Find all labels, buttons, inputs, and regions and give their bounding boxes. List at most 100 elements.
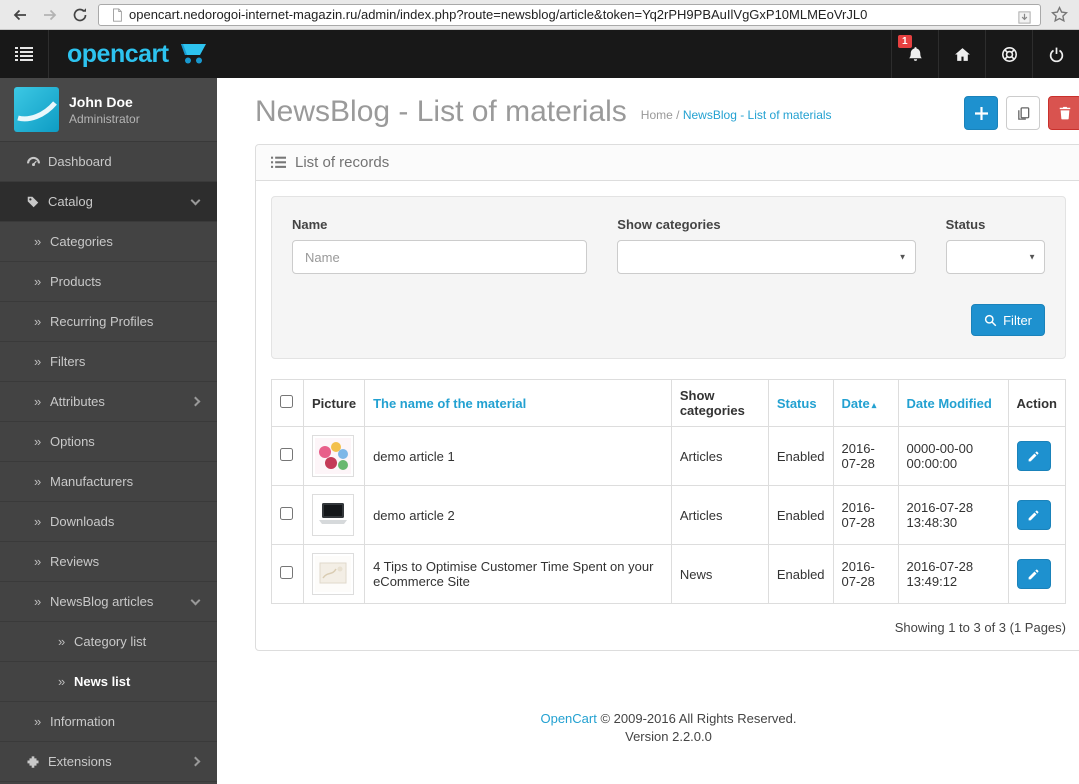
article-modified: 2016-07-28 13:49:12 xyxy=(897,544,1009,604)
chevron-down-icon xyxy=(190,595,201,605)
hamburger-icon xyxy=(15,47,33,61)
sidebar-item-label: Categories xyxy=(50,234,113,249)
article-status: Enabled xyxy=(767,485,834,545)
article-modified: 2016-07-28 13:48:30 xyxy=(897,485,1009,545)
sidebar-item-news-list[interactable]: » News list xyxy=(0,662,217,702)
bookmark-star-icon[interactable] xyxy=(1047,4,1071,26)
chevron-right-icon xyxy=(190,756,201,767)
sidebar-item-label: Attributes xyxy=(50,394,105,409)
filter-categories-select-wrap xyxy=(617,240,916,274)
help-button[interactable] xyxy=(985,30,1032,78)
article-status: Enabled xyxy=(767,544,834,604)
sidebar-item-filters[interactable]: » Filters xyxy=(0,342,217,382)
filter-status-select[interactable] xyxy=(945,240,1045,274)
col-name-sort-link[interactable]: The name of the material xyxy=(373,396,526,411)
alerts-button[interactable]: 1 xyxy=(891,30,938,78)
plus-icon xyxy=(974,106,988,120)
row-checkbox[interactable] xyxy=(280,448,293,461)
sidebar-item-label: Dashboard xyxy=(48,154,112,169)
url-text: opencart.nedorogoi-internet-magazin.ru/a… xyxy=(129,7,868,22)
save-page-icon[interactable] xyxy=(1012,7,1036,25)
sidebar-item-products[interactable]: » Products xyxy=(0,262,217,302)
sidebar-item-label: News list xyxy=(74,674,131,689)
opencart-logo[interactable]: opencart xyxy=(67,30,210,78)
angle-double-right-icon: » xyxy=(34,554,42,569)
sidebar-item-label: Information xyxy=(50,714,116,729)
angle-double-right-icon: » xyxy=(58,634,66,649)
edit-button[interactable] xyxy=(1016,559,1051,589)
filter-name-input[interactable] xyxy=(292,240,588,274)
row-checkbox[interactable] xyxy=(280,507,293,520)
sidebar-item-category-list[interactable]: » Category list xyxy=(0,622,217,662)
sidebar-item-reviews[interactable]: » Reviews xyxy=(0,542,217,582)
add-new-button[interactable] xyxy=(964,96,998,130)
select-all-checkbox[interactable] xyxy=(280,395,293,408)
sidebar-item-newsblog-articles[interactable]: » NewsBlog articles xyxy=(0,582,217,622)
pencil-icon xyxy=(1028,510,1039,520)
sidebar-item-dashboard[interactable]: Dashboard xyxy=(0,142,217,182)
col-status-sort-link[interactable]: Status xyxy=(777,396,817,411)
footer-opencart-link[interactable]: OpenCart xyxy=(540,711,596,726)
user-profile: John Doe Administrator xyxy=(0,78,217,142)
reload-icon[interactable] xyxy=(68,4,92,26)
sidebar-item-options[interactable]: » Options xyxy=(0,422,217,462)
footer-copyright: © 2009-2016 All Rights Reserved. xyxy=(600,711,797,726)
user-role: Administrator xyxy=(69,111,140,126)
filter-name-label: Name xyxy=(292,217,328,232)
sidebar-item-label: Reviews xyxy=(50,554,100,569)
article-thumbnail xyxy=(312,435,354,477)
dashboard-icon xyxy=(26,155,48,168)
user-name: John Doe xyxy=(69,93,133,110)
filter-panel: Name Show categories Status xyxy=(271,196,1066,359)
filter-categories-label: Show categories xyxy=(617,217,721,232)
sidebar-item-label: Downloads xyxy=(50,514,115,529)
breadcrumb-home-link[interactable]: Home xyxy=(641,108,673,122)
page-title: NewsBlog - List of materials xyxy=(255,95,627,128)
article-categories: Articles xyxy=(670,485,769,545)
sidebar-item-label: Manufacturers xyxy=(50,474,134,489)
filter-status-select-wrap xyxy=(945,240,1045,274)
col-date-sort-link[interactable]: Date xyxy=(842,396,870,411)
logout-button[interactable] xyxy=(1032,30,1079,78)
results-summary: Showing 1 to 3 of 3 (1 Pages) xyxy=(894,620,1066,635)
angle-double-right-icon: » xyxy=(34,234,42,249)
sidebar-item-label: Catalog xyxy=(48,194,93,209)
delete-button[interactable] xyxy=(1048,96,1079,130)
col-modified-sort-link[interactable]: Date Modified xyxy=(907,396,992,411)
sidebar: John Doe Administrator Dashboard Catalog… xyxy=(0,78,217,784)
row-checkbox[interactable] xyxy=(280,566,293,579)
edit-button[interactable] xyxy=(1016,500,1051,530)
sidebar-item-manufacturers[interactable]: » Manufacturers xyxy=(0,462,217,502)
sidebar-item-categories[interactable]: » Categories xyxy=(0,222,217,262)
sidebar-item-information[interactable]: » Information xyxy=(0,702,217,742)
edit-button[interactable] xyxy=(1016,441,1051,471)
filter-button[interactable]: Filter xyxy=(971,304,1045,336)
back-icon[interactable] xyxy=(8,4,32,26)
forward-icon[interactable] xyxy=(38,4,62,26)
angle-double-right-icon: » xyxy=(34,394,42,409)
sidebar-item-catalog[interactable]: Catalog xyxy=(0,182,217,222)
bell-icon xyxy=(908,46,922,61)
sidebar-item-attributes[interactable]: » Attributes xyxy=(0,382,217,422)
power-icon xyxy=(1049,47,1063,62)
copy-button[interactable] xyxy=(1006,96,1040,130)
sidebar-item-downloads[interactable]: » Downloads xyxy=(0,502,217,542)
search-icon xyxy=(985,314,997,326)
filter-categories-select[interactable] xyxy=(617,240,916,274)
angle-double-right-icon: » xyxy=(34,714,42,729)
col-picture: Picture xyxy=(302,379,366,427)
list-panel: List of records Name Show categories xyxy=(255,144,1079,651)
tag-icon xyxy=(26,195,48,209)
browser-toolbar: opencart.nedorogoi-internet-magazin.ru/a… xyxy=(0,0,1079,30)
address-bar[interactable]: opencart.nedorogoi-internet-magazin.ru/a… xyxy=(98,3,1041,26)
sidebar-item-recurring-profiles[interactable]: » Recurring Profiles xyxy=(0,302,217,342)
puzzle-icon xyxy=(26,755,48,769)
sidebar-item-extensions[interactable]: Extensions xyxy=(0,742,217,782)
breadcrumb-current-link[interactable]: NewsBlog - List of materials xyxy=(683,108,832,122)
store-home-button[interactable] xyxy=(938,30,985,78)
menu-toggle-button[interactable] xyxy=(0,30,49,78)
article-name: 4 Tips to Optimise Customer Time Spent o… xyxy=(364,544,672,604)
col-categories: Show categories xyxy=(670,379,769,427)
header-actions: 1 xyxy=(891,30,1079,78)
angle-double-right-icon: » xyxy=(58,674,66,689)
